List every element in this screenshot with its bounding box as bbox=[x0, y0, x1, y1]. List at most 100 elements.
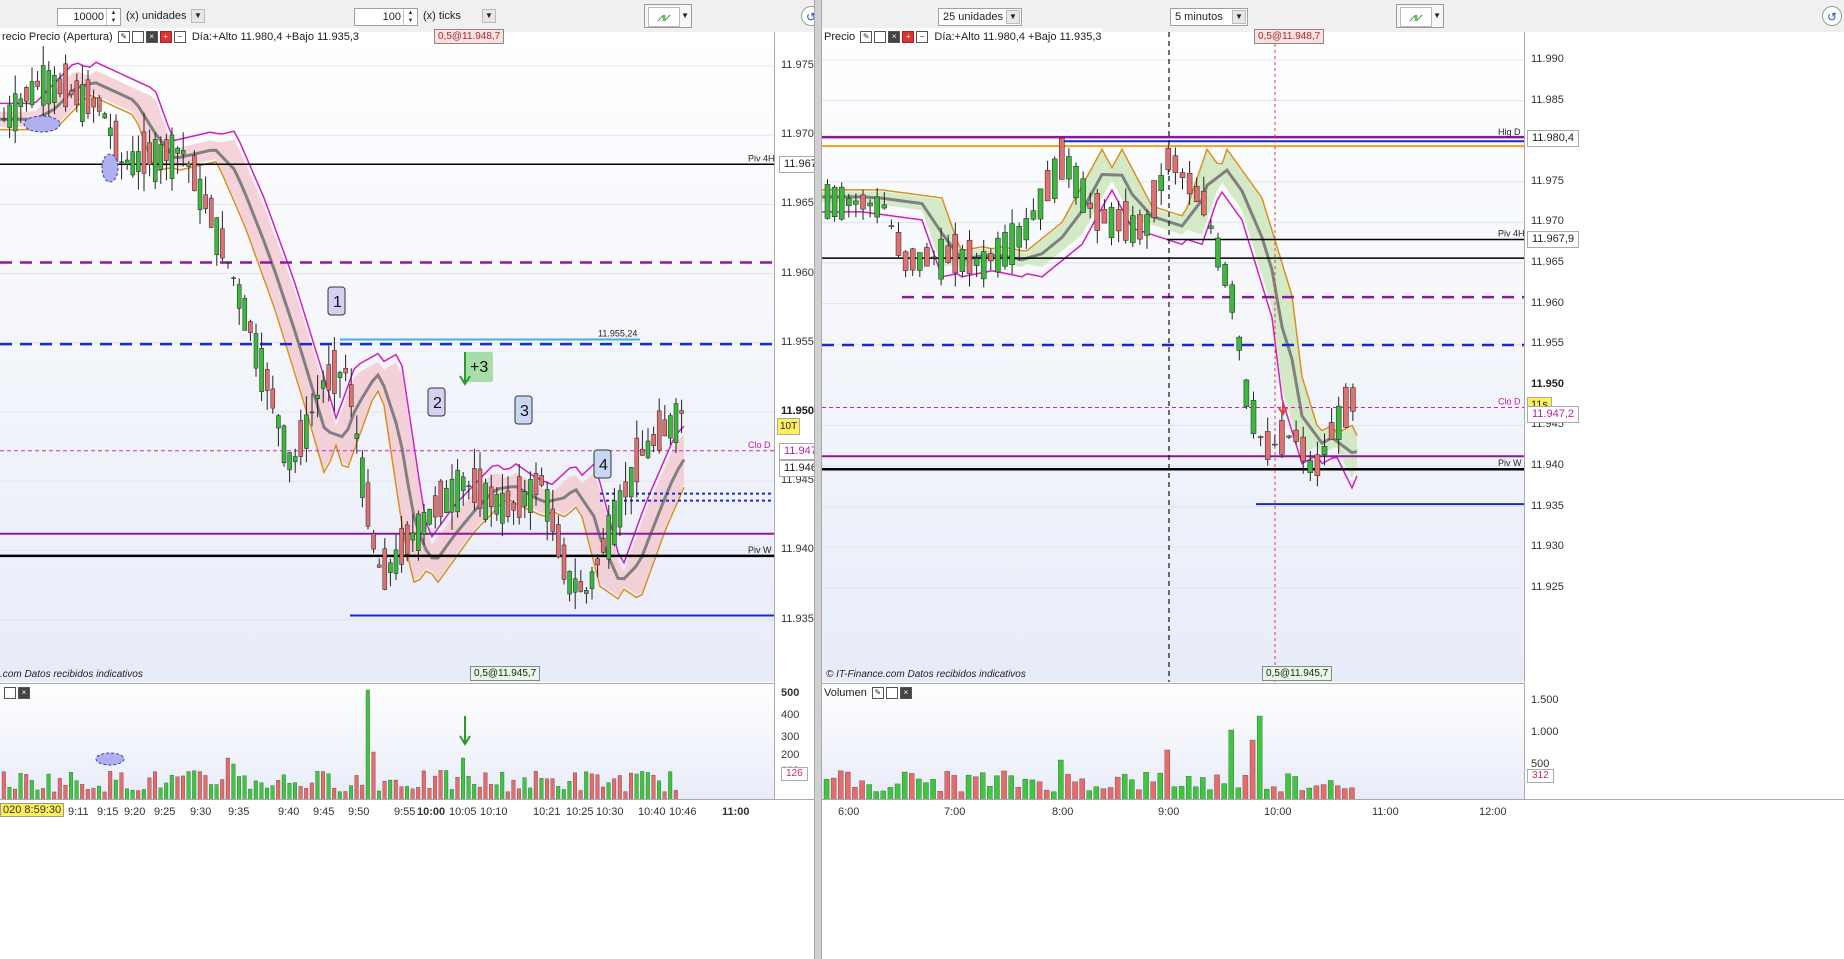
volume-bar bbox=[589, 773, 594, 800]
chevron-down-icon[interactable]: ▼ bbox=[1006, 10, 1020, 24]
candle-body bbox=[1130, 215, 1136, 243]
candle-body bbox=[455, 469, 460, 513]
window-icon[interactable] bbox=[874, 31, 887, 44]
left-volume-chart[interactable] bbox=[0, 683, 774, 800]
candle-body bbox=[248, 321, 253, 333]
wrench-icon[interactable]: ✎ bbox=[117, 31, 130, 44]
candle-body bbox=[853, 200, 859, 205]
wrench-icon[interactable]: ✎ bbox=[860, 31, 873, 44]
units-combo[interactable]: 25 unidades ▼ bbox=[938, 8, 1022, 26]
candle-body bbox=[393, 549, 399, 574]
volume-bar bbox=[113, 779, 118, 800]
plus-icon[interactable]: + bbox=[902, 31, 915, 44]
right-volume-chart[interactable] bbox=[822, 683, 1524, 800]
candle-body bbox=[874, 196, 880, 218]
volume-bar bbox=[545, 778, 549, 800]
candle-body bbox=[214, 217, 220, 255]
volume-box: 312 bbox=[1527, 769, 1554, 783]
close-icon[interactable]: × bbox=[18, 687, 30, 700]
x-tick-label: 9:40 bbox=[278, 806, 300, 818]
ticks-combo[interactable]: (x) ticks ▼ bbox=[419, 8, 497, 26]
right-price-chart[interactable]: Hig D Piv 4H Clo D Piv W bbox=[822, 32, 1524, 682]
left-volume-svg bbox=[1, 689, 678, 800]
candle-body bbox=[80, 84, 85, 122]
ticks-spinner[interactable]: 100 ▲ ▼ bbox=[354, 8, 418, 26]
candle-body bbox=[1165, 148, 1172, 171]
volume-bar bbox=[57, 778, 62, 800]
window-icon[interactable] bbox=[885, 687, 898, 700]
panel-divider[interactable] bbox=[814, 0, 822, 959]
level-label-cloD: Clo D bbox=[1498, 397, 1521, 407]
volume-bar bbox=[1122, 774, 1128, 800]
volume-bar bbox=[1093, 786, 1100, 800]
y-tick-label: 11.960 bbox=[1531, 296, 1564, 309]
chevron-down-icon[interactable]: ▼ bbox=[1232, 10, 1246, 24]
candle-body bbox=[634, 437, 640, 483]
volume-bar bbox=[97, 785, 101, 800]
left-time-axis[interactable]: 020 8:59:30 9:11 9:15 9:20 9:25 9:30 9:35 9:40 9… bbox=[0, 799, 818, 822]
volume-bar bbox=[321, 771, 325, 800]
units-spinner[interactable]: 10000 ▲ ▼ bbox=[57, 8, 121, 26]
day-stats: Día:+Alto 11.980,4 +Bajo 11.935,3 bbox=[934, 31, 1102, 43]
wrench-icon[interactable]: ✎ bbox=[871, 687, 884, 700]
candle-body bbox=[589, 571, 595, 589]
candle-body bbox=[824, 184, 831, 219]
volume-bar bbox=[1001, 770, 1007, 800]
annotation-label: 3 bbox=[520, 403, 529, 420]
x-tick-label: 8:00 bbox=[1052, 806, 1074, 818]
volume-bar bbox=[74, 780, 79, 800]
candle-body bbox=[561, 544, 567, 580]
volume-bar bbox=[1058, 759, 1064, 800]
candle-body bbox=[505, 490, 511, 517]
candle-body bbox=[567, 571, 572, 595]
volume-bar bbox=[1221, 783, 1227, 800]
right-price-axis[interactable]: 11.990 11.985 11.975 11.970 11.965 11.960 11.9… bbox=[1524, 32, 1844, 682]
close-icon[interactable]: × bbox=[899, 687, 912, 700]
chevron-down-icon[interactable]: ▼ bbox=[191, 9, 205, 23]
volume-bar bbox=[382, 781, 387, 800]
units-combo[interactable]: (x) unidades ▼ bbox=[122, 8, 206, 26]
link-icon[interactable]: ↺ bbox=[1822, 6, 1842, 26]
x-tick-label: 9:35 bbox=[228, 806, 250, 818]
left-price-chart[interactable]: 1 2 3 4 +3 Piv 4H Clo D Piv W 11.955,24 bbox=[0, 32, 774, 682]
plus-icon[interactable]: + bbox=[159, 31, 172, 44]
candle-body bbox=[365, 482, 371, 527]
spinner-arrows-icon[interactable]: ▲ ▼ bbox=[403, 9, 417, 25]
candle-body bbox=[220, 228, 225, 259]
chevron-down-icon[interactable]: ▼ bbox=[482, 9, 496, 23]
minus-icon[interactable]: − bbox=[173, 31, 186, 44]
close-icon[interactable]: × bbox=[888, 31, 901, 44]
candle-body bbox=[952, 234, 959, 274]
candle-body bbox=[539, 475, 544, 486]
chart-type-button[interactable]: ⩘⩗ ▼ bbox=[644, 4, 692, 28]
x-tick-label: 10:10 bbox=[480, 806, 508, 818]
candle-body bbox=[382, 548, 388, 590]
right-volume-axis[interactable]: 1.500 1.000 500 312 bbox=[1524, 683, 1844, 799]
volume-tick-label: 1.000 bbox=[1531, 726, 1559, 738]
close-icon[interactable]: × bbox=[145, 31, 158, 44]
candle-body bbox=[7, 104, 12, 128]
volume-tick-label: 300 bbox=[781, 731, 800, 743]
minus-icon[interactable]: − bbox=[916, 31, 929, 44]
x-tick-label: 9:20 bbox=[124, 806, 146, 818]
volume-bar bbox=[1200, 777, 1206, 800]
candle-body bbox=[1257, 436, 1264, 438]
window-icon[interactable] bbox=[4, 687, 16, 700]
right-time-axis[interactable]: 6:00 7:00 8:00 9:00 10:00 11:00 12:00 bbox=[822, 799, 1844, 822]
chart-type-button[interactable]: ⩘⩗ ▼ bbox=[1396, 4, 1444, 28]
volume-bar bbox=[270, 785, 275, 800]
candle-body bbox=[1215, 237, 1221, 268]
candle-body bbox=[192, 155, 197, 192]
candle-body bbox=[1314, 454, 1321, 476]
volume-bar bbox=[550, 778, 555, 800]
volume-tick-label: 200 bbox=[781, 749, 800, 761]
price-box-last: 11.950 bbox=[781, 405, 815, 417]
volume-bar bbox=[371, 751, 376, 800]
spinner-arrows-icon[interactable]: ▲ ▼ bbox=[106, 9, 120, 25]
interval-combo[interactable]: 5 minutos ▼ bbox=[1170, 8, 1248, 26]
candle-body bbox=[477, 468, 483, 509]
window-icon[interactable] bbox=[131, 31, 144, 44]
volume-bar bbox=[1271, 786, 1277, 800]
chart-type-icon: ⩘⩗ bbox=[1400, 7, 1432, 27]
candle-body bbox=[12, 93, 18, 132]
